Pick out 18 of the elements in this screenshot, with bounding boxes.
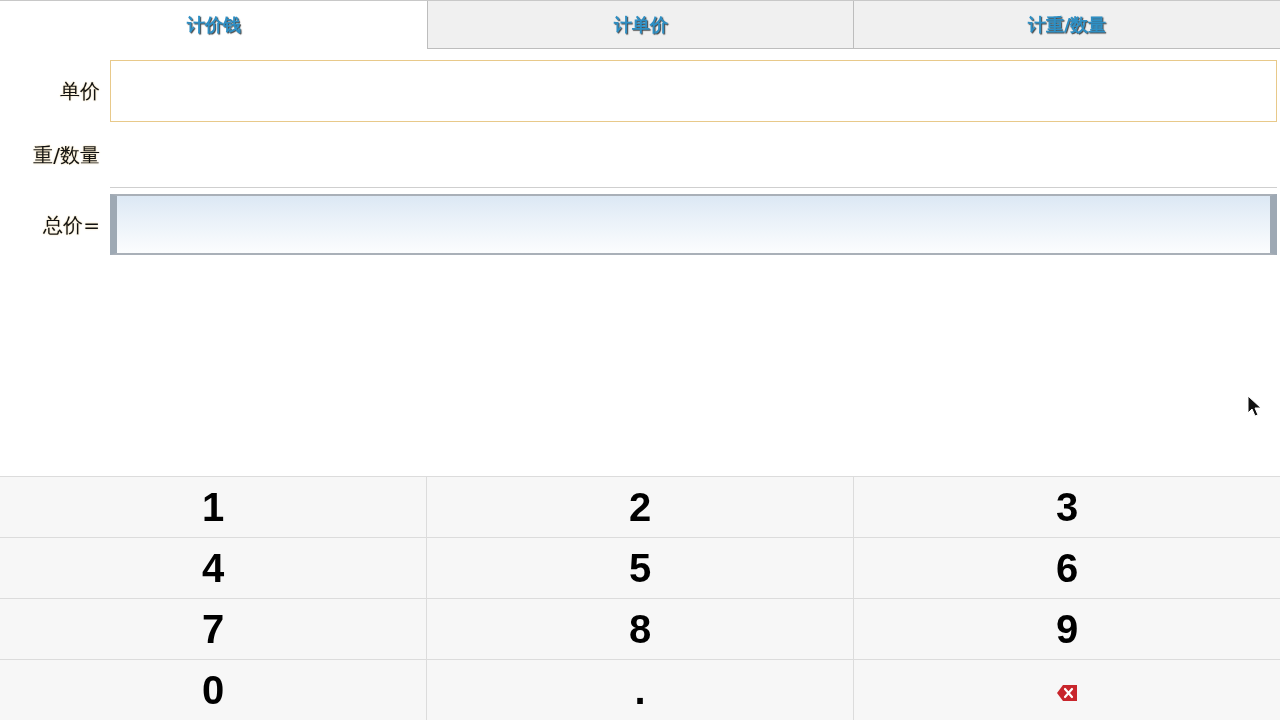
field-label: 总价= (42, 211, 101, 239)
keypad-key[interactable]: 2 (426, 476, 853, 537)
keypad-key[interactable]: 1 (0, 476, 426, 537)
keypad-key[interactable]: 3 (853, 476, 1280, 537)
keypad-key[interactable]: 9 (853, 598, 1280, 659)
keypad-key[interactable]: 8 (426, 598, 853, 659)
mouse-pointer-icon (1247, 395, 1263, 418)
keypad-key[interactable]: 0 (0, 659, 426, 720)
keypad-key[interactable]: 7 (0, 598, 426, 659)
input-field[interactable] (110, 60, 1277, 122)
keypad-key[interactable]: . (426, 659, 853, 720)
keypad-key[interactable]: 5 (426, 537, 853, 598)
keypad-key[interactable]: 6 (853, 537, 1280, 598)
backspace-key[interactable] (853, 659, 1280, 720)
backspace-icon (1057, 684, 1077, 703)
field-label: 重/数量 (32, 142, 101, 169)
keypad-key[interactable]: 4 (0, 537, 426, 598)
field-label: 单价 (59, 78, 101, 105)
